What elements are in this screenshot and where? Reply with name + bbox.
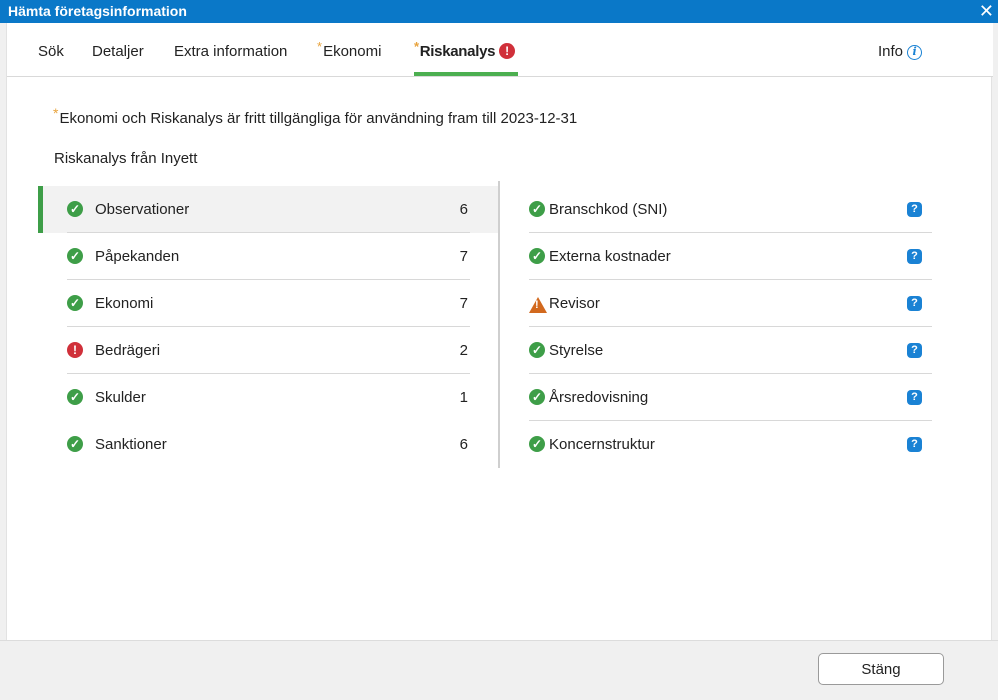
- help-icon[interactable]: ?: [907, 437, 922, 452]
- check-icon: ✓: [529, 436, 545, 452]
- item-label: Påpekanden: [95, 248, 180, 265]
- item-count: 6: [459, 201, 468, 218]
- tab-ekonomi-label: Ekonomi: [323, 43, 382, 60]
- item-label: Skulder: [95, 389, 146, 406]
- notice-text: Ekonomi och Riskanalys är fritt tillgäng…: [59, 110, 578, 127]
- list-item-arsredovisning: ✓ Årsredovisning ?: [529, 374, 932, 421]
- info-icon: i: [907, 45, 923, 60]
- close-icon[interactable]: ✕: [979, 1, 994, 21]
- item-label: Koncernstruktur: [549, 436, 655, 453]
- check-icon: ✓: [529, 342, 545, 358]
- alert-icon: !: [67, 342, 83, 358]
- tab-sok[interactable]: Sök: [38, 43, 64, 60]
- tab-riskanalys-label: Riskanalys: [419, 43, 496, 60]
- tab-detaljer[interactable]: Detaljer: [92, 43, 144, 60]
- item-count: 2: [459, 342, 468, 359]
- item-label: Branschkod (SNI): [549, 201, 668, 218]
- risk-category-list: ✓ Observationer 6 ✓ Påpekanden 7 ✓ Ekono…: [38, 186, 499, 468]
- alert-icon: !: [499, 43, 516, 59]
- tab-extra-information[interactable]: Extra information: [174, 43, 287, 60]
- section-subtitle: Riskanalys från Inyett: [54, 150, 198, 167]
- list-item-papekanden[interactable]: ✓ Påpekanden 7: [38, 232, 499, 280]
- item-label: Bedrägeri: [95, 342, 161, 359]
- help-icon[interactable]: ?: [907, 249, 922, 264]
- dialog-body: Sök Detaljer Extra information *Ekonomi …: [6, 23, 993, 640]
- star-icon: *: [317, 39, 323, 54]
- tab-info[interactable]: Info i: [878, 43, 923, 60]
- item-label: Årsredovisning: [549, 389, 649, 406]
- dialog-footer: Stäng: [0, 640, 998, 700]
- help-icon[interactable]: ?: [907, 343, 922, 358]
- list-item-observationer[interactable]: ✓ Observationer 6: [38, 186, 499, 233]
- check-icon: ✓: [67, 436, 83, 452]
- item-label: Revisor: [549, 295, 600, 312]
- list-item-skulder[interactable]: ✓ Skulder 1: [38, 373, 499, 421]
- item-label: Styrelse: [549, 342, 604, 359]
- warning-icon: [529, 297, 547, 313]
- item-count: 6: [459, 436, 468, 453]
- divider: [67, 232, 470, 233]
- star-icon: *: [53, 105, 59, 121]
- check-icon: ✓: [67, 201, 83, 217]
- risk-check-list: ✓ Branschkod (SNI) ? ✓ Externa kostnader…: [529, 186, 932, 468]
- help-icon[interactable]: ?: [907, 202, 922, 217]
- window-titlebar: Hämta företagsinformation ✕: [0, 0, 998, 23]
- item-count: 1: [459, 389, 468, 406]
- check-icon: ✓: [529, 389, 545, 405]
- close-button[interactable]: Stäng: [818, 653, 944, 685]
- check-icon: ✓: [67, 248, 83, 264]
- list-item-externa-kostnader: ✓ Externa kostnader ?: [529, 233, 932, 280]
- tab-info-label: Info: [878, 43, 904, 60]
- help-icon[interactable]: ?: [907, 296, 922, 311]
- active-tab-indicator: [414, 72, 518, 76]
- item-count: 7: [459, 295, 468, 312]
- window-title: Hämta företagsinformation: [8, 3, 187, 19]
- check-icon: ✓: [529, 201, 545, 217]
- list-item-ekonomi[interactable]: ✓ Ekonomi 7: [38, 279, 499, 327]
- list-item-revisor: Revisor ?: [529, 280, 932, 327]
- tab-ekonomi[interactable]: *Ekonomi: [317, 39, 382, 60]
- list-item-bedrageri[interactable]: ! Bedrägeri 2: [38, 326, 499, 374]
- check-icon: ✓: [67, 295, 83, 311]
- item-count: 7: [459, 248, 468, 265]
- list-item-branschkod: ✓ Branschkod (SNI) ?: [529, 186, 932, 233]
- item-label: Externa kostnader: [549, 248, 671, 265]
- column-divider: [498, 181, 500, 468]
- divider: [67, 279, 470, 280]
- list-item-sanktioner[interactable]: ✓ Sanktioner 6: [38, 421, 499, 468]
- check-icon: ✓: [529, 248, 545, 264]
- item-label: Ekonomi: [95, 295, 154, 312]
- check-icon: ✓: [67, 389, 83, 405]
- divider: [67, 326, 470, 327]
- tab-riskanalys[interactable]: *Riskanalys !: [414, 39, 516, 60]
- list-item-styrelse: ✓ Styrelse ?: [529, 327, 932, 374]
- item-label: Sanktioner: [95, 436, 167, 453]
- star-icon: *: [414, 39, 419, 54]
- tab-bar: Sök Detaljer Extra information *Ekonomi …: [7, 23, 993, 77]
- availability-notice: *Ekonomi och Riskanalys är fritt tillgän…: [53, 105, 578, 127]
- list-item-koncernstruktur: ✓ Koncernstruktur ?: [529, 421, 932, 468]
- item-label: Observationer: [95, 201, 190, 218]
- divider: [67, 373, 470, 374]
- help-icon[interactable]: ?: [907, 390, 922, 405]
